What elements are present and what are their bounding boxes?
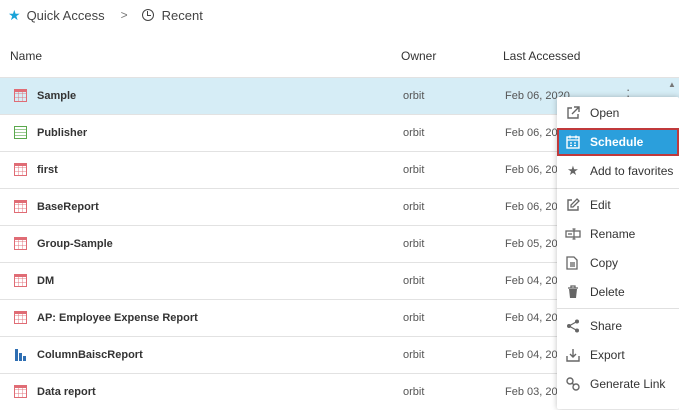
export-icon	[565, 347, 581, 363]
edit-icon	[565, 197, 581, 213]
item-owner: orbit	[403, 386, 425, 398]
menu-item-schedule[interactable]: Schedule	[557, 128, 679, 156]
star-icon: ★	[8, 6, 21, 23]
report-icon	[14, 163, 27, 176]
column-header-name[interactable]: Name	[10, 49, 42, 65]
menu-divider	[557, 188, 679, 189]
item-owner: orbit	[403, 275, 425, 287]
menu-item-copy[interactable]: Copy	[557, 249, 679, 277]
item-name[interactable]: BaseReport	[37, 201, 99, 213]
menu-divider	[557, 308, 679, 309]
item-name[interactable]: DM	[37, 275, 54, 287]
menu-item-label: Edit	[590, 198, 611, 212]
menu-item-label: Schedule	[590, 135, 644, 149]
menu-item-generate-link[interactable]: Generate Link	[557, 370, 679, 398]
item-name[interactable]: Publisher	[37, 127, 87, 139]
star-icon: ★	[567, 163, 579, 178]
trash-icon	[565, 284, 581, 300]
quick-access-link[interactable]: Quick Access	[27, 8, 105, 23]
item-owner: orbit	[403, 164, 425, 176]
menu-item-delete[interactable]: Delete	[557, 278, 679, 306]
menu-item-label: Copy	[590, 256, 619, 270]
report-icon	[14, 385, 27, 398]
chevron-right-icon: >	[120, 8, 128, 22]
item-owner: orbit	[403, 349, 425, 361]
item-name[interactable]: AP: Employee Expense Report	[37, 312, 198, 324]
item-name[interactable]: Sample	[37, 90, 76, 102]
menu-item-rename[interactable]: Rename	[557, 220, 679, 248]
open-external-icon	[565, 105, 581, 121]
report-icon	[14, 311, 27, 324]
menu-item-label: Delete	[590, 285, 625, 299]
item-owner: orbit	[403, 312, 425, 324]
item-name[interactable]: Data report	[37, 386, 96, 398]
column-header-owner[interactable]: Owner	[401, 49, 436, 65]
menu-item-label: Share	[590, 319, 623, 333]
menu-item-add-favorites[interactable]: ★ Add to favorites	[557, 157, 679, 185]
item-name[interactable]: Group-Sample	[37, 238, 113, 250]
history-icon	[141, 9, 154, 21]
column-chart-icon	[14, 348, 27, 361]
item-owner: orbit	[403, 201, 425, 213]
item-name[interactable]: ColumnBaiscReport	[37, 349, 143, 361]
publisher-icon	[14, 126, 27, 139]
calendar-icon	[565, 134, 581, 150]
recent-link[interactable]: Recent	[162, 8, 203, 23]
report-icon	[14, 200, 27, 213]
menu-item-label: Rename	[590, 227, 636, 241]
menu-item-export[interactable]: Export	[557, 341, 679, 369]
menu-item-open[interactable]: Open	[557, 99, 679, 127]
rename-icon	[565, 226, 581, 242]
menu-item-edit[interactable]: Edit	[557, 191, 679, 219]
share-icon	[565, 318, 581, 334]
context-menu: Open Schedule ★ Add to favorites Edit Re…	[557, 97, 679, 409]
item-owner: orbit	[403, 127, 425, 139]
scroll-up-arrow-icon[interactable]: ▲	[668, 80, 676, 89]
breadcrumb: ★ Quick Access > Recent	[8, 6, 203, 24]
item-owner: orbit	[403, 90, 425, 102]
menu-item-label: Export	[590, 348, 625, 362]
menu-item-label: Generate Link	[590, 377, 666, 391]
menu-item-label: Open	[590, 106, 620, 120]
report-icon	[14, 237, 27, 250]
copy-icon	[565, 255, 581, 271]
item-owner: orbit	[403, 238, 425, 250]
column-header-last-accessed[interactable]: Last Accessed	[503, 49, 580, 65]
menu-item-share[interactable]: Share	[557, 312, 679, 340]
report-icon	[14, 274, 27, 287]
item-name[interactable]: first	[37, 164, 58, 176]
link-icon	[565, 376, 581, 392]
report-icon	[14, 89, 27, 102]
menu-item-label: Add to favorites	[590, 164, 674, 178]
